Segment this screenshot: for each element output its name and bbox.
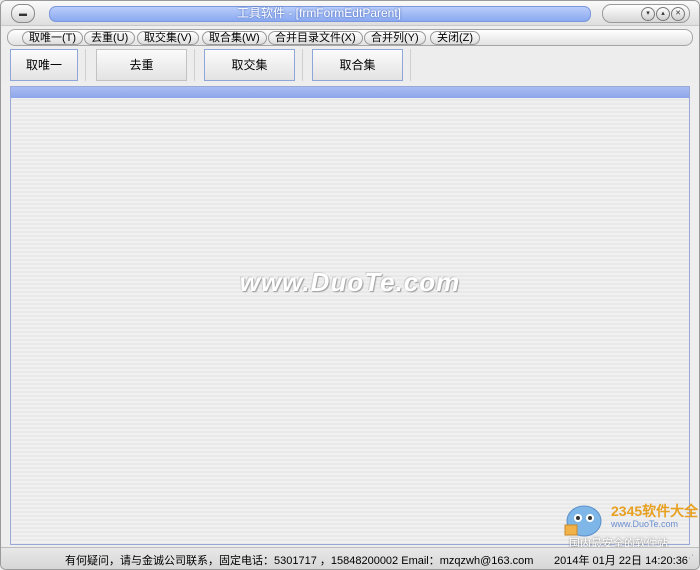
menu-item-merge-dir[interactable]: 合并目录文件(X) [268,31,363,45]
window-controls: ▾ ▴ ✕ [602,4,690,23]
toolbar-separator [410,49,411,81]
union-button[interactable]: 取合集 [312,49,403,81]
toolbar: 取唯一 去重 取交集 取合集 [1,47,699,83]
dedupe-button[interactable]: 去重 [96,49,187,81]
menu-item-close[interactable]: 关闭(Z) [430,31,481,45]
close-icon[interactable]: ✕ [671,7,685,21]
app-window: ▬ 工具软件 - [frmFormEdtParent] ▾ ▴ ✕ 取唯一(T)… [0,0,700,570]
mascot-icon [564,505,602,537]
window-title: 工具软件 - [frmFormEdtParent] [236,6,402,20]
menu-item-dedupe[interactable]: 去重(U) [84,31,136,45]
menu-bar: 取唯一(T) 去重(U) 取交集(V) 取合集(W) 合并目录文件(X) 合并列… [7,29,693,46]
client-header-bar [11,87,689,98]
logo-url: www.DuoTe.com [611,519,679,529]
minimize-icon[interactable]: ▾ [641,7,655,21]
toolbar-separator [194,49,195,81]
menu-item-merge-col[interactable]: 合并列(Y) [364,31,426,45]
status-datetime: 2014年 01月 22日 14:20:36 [554,555,688,567]
resize-grip-icon[interactable]: ⋰ [685,553,695,565]
maximize-icon[interactable]: ▴ [656,7,670,21]
menu-item-union[interactable]: 取合集(W) [202,31,267,45]
system-menu-icon[interactable]: ▬ [11,4,35,23]
status-bar: 有何疑问，请与金诚公司联系，固定电话：5301717 ，15848200002 … [1,547,699,569]
mdi-client-area[interactable]: www.DuoTe.com [10,86,690,545]
status-contact: 有何疑问，请与金诚公司联系，固定电话：5301717 ，15848200002 … [65,555,534,567]
menu-item-unique[interactable]: 取唯一(T) [22,31,84,45]
toolbar-separator [302,49,303,81]
toolbar-separator [85,49,86,81]
logo-brand: 2345软件大全 [611,503,699,519]
site-logo: 2345软件大全 www.DuoTe.com 国内最安全的软件站 [561,495,699,550]
intersect-button[interactable]: 取交集 [204,49,295,81]
title-bar: ▬ 工具软件 - [frmFormEdtParent] ▾ ▴ ✕ [1,1,699,26]
menu-item-intersect[interactable]: 取交集(V) [137,31,199,45]
unique-button[interactable]: 取唯一 [10,49,78,81]
watermark-text: www.DuoTe.com [239,267,461,297]
